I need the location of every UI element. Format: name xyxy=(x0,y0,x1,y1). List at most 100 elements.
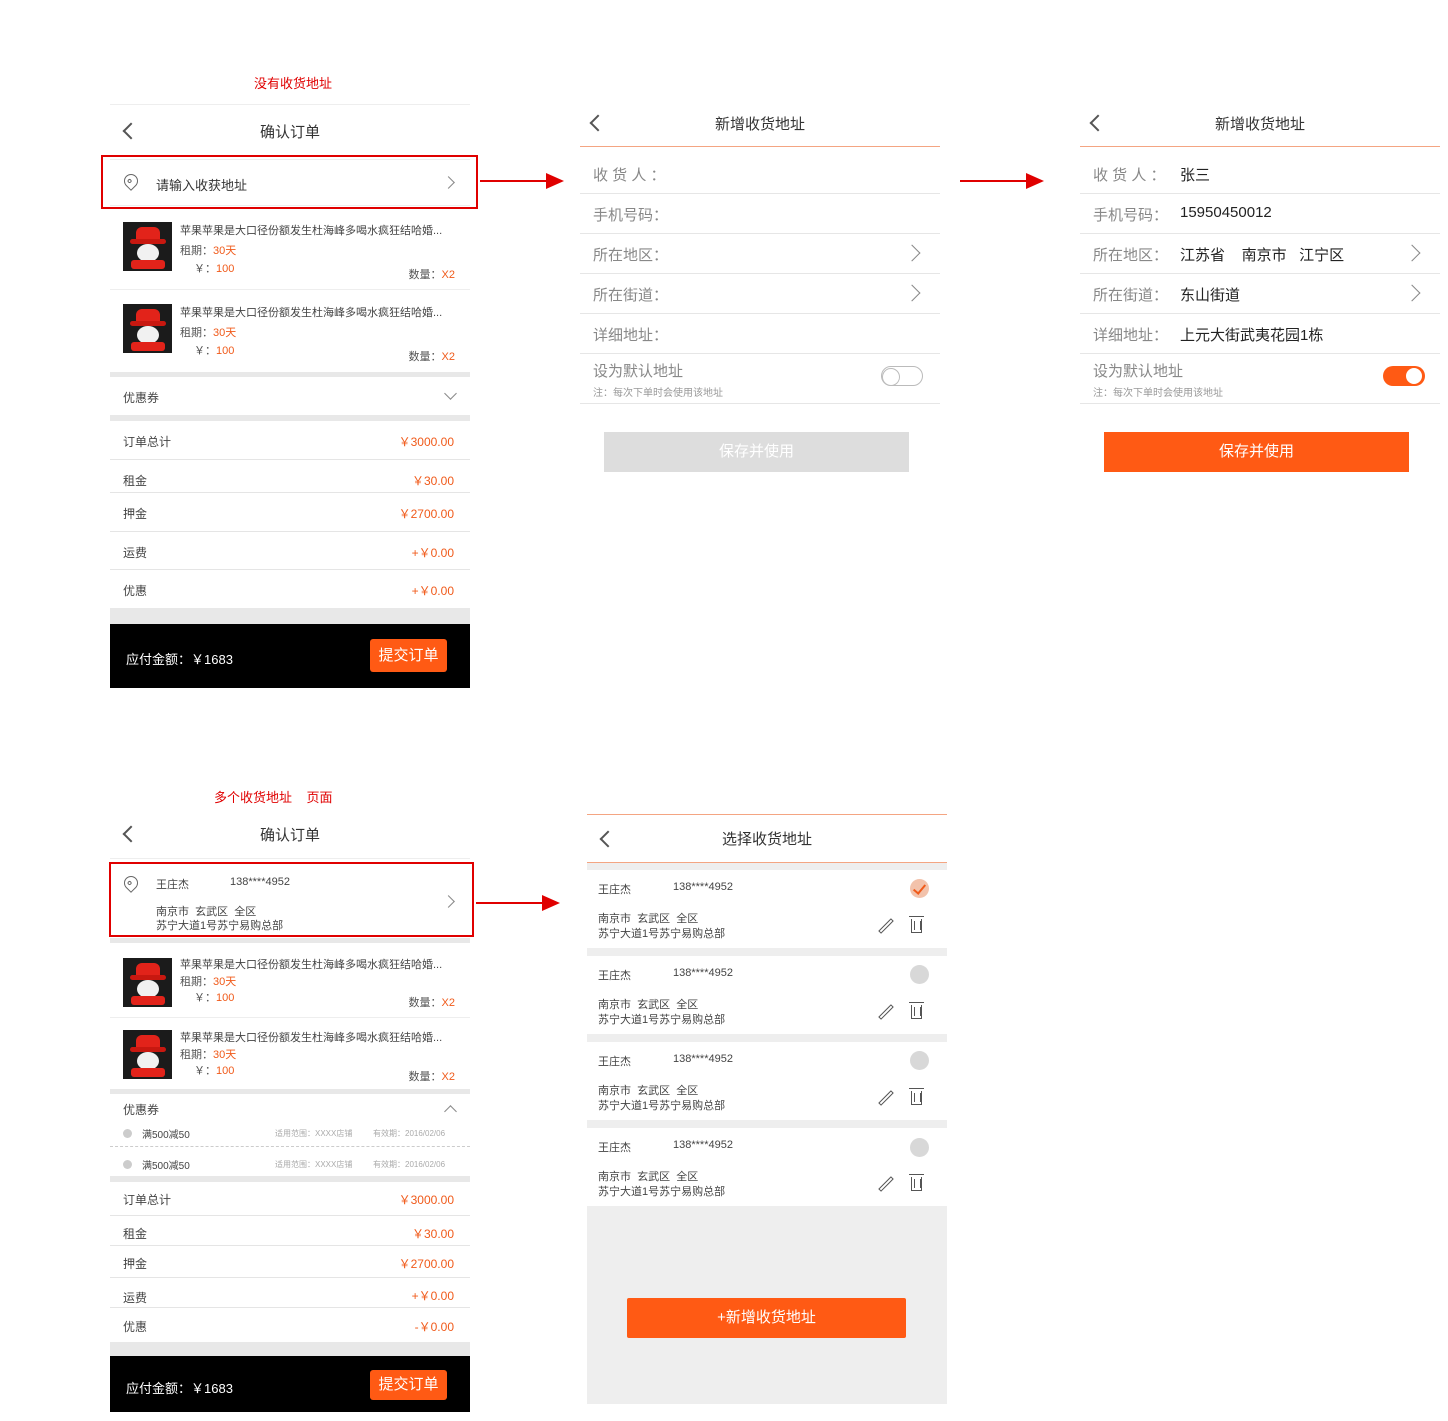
selected-check-icon[interactable] xyxy=(910,879,929,898)
submit-order-button[interactable]: 提交订单 xyxy=(370,1370,447,1400)
back-icon[interactable] xyxy=(122,825,140,843)
detail-address-field[interactable]: 详细地址： 上元大街武夷花园1栋 xyxy=(1080,313,1440,354)
edit-icon[interactable] xyxy=(878,1176,894,1192)
summary-row-deposit: 押金 ￥2700.00 xyxy=(110,1246,470,1278)
address-card[interactable]: 王庄杰 138****4952 南京市 玄武区 全区 苏宁大道1号苏宁易购总部 xyxy=(587,870,947,948)
checkout-bar: 应付金额：￥1683 提交订单 xyxy=(110,624,470,688)
default-note: 注：每次下单时会使用该地址 xyxy=(593,388,723,399)
chevron-right-icon xyxy=(903,284,921,302)
chevron-right-icon xyxy=(1403,244,1421,262)
chevron-down-icon xyxy=(444,387,457,400)
product-title: 苹果苹果是大口径份额发生杜海峰多喝水疯狂结哈婚... xyxy=(180,1032,443,1044)
trash-icon[interactable] xyxy=(909,1174,924,1191)
chevron-right-icon xyxy=(1403,284,1421,302)
page-title: 确认订单 xyxy=(259,123,320,141)
coupon-item[interactable]: 满500减50 适用范围：XXXX店铺 有效期：2016/02/06 xyxy=(110,1153,470,1177)
product-thumbnail xyxy=(123,304,172,353)
summary-row-shipping: 运费 +￥0.00 xyxy=(110,1278,470,1308)
product-item[interactable]: 苹果苹果是大口径份额发生杜海峰多喝水疯狂结哈婚... 租期：30天 ￥：100 … xyxy=(110,948,470,1018)
coupon-radio[interactable] xyxy=(123,1129,132,1138)
page-header: 确认订单 xyxy=(110,104,470,158)
back-icon[interactable] xyxy=(599,830,617,847)
chevron-right-icon xyxy=(903,244,921,262)
page-title: 确认订单 xyxy=(259,826,320,844)
flow-arrow xyxy=(960,173,1044,189)
trash-icon[interactable] xyxy=(909,1002,924,1019)
product-thumbnail xyxy=(123,1030,172,1079)
edit-icon[interactable] xyxy=(878,1090,894,1106)
rent-period: 租期：30天 xyxy=(180,976,237,988)
radio-icon[interactable] xyxy=(910,1138,929,1157)
page-header: 新增收货地址 xyxy=(580,100,940,147)
page-title: 选择收货地址 xyxy=(721,831,812,848)
submit-order-button[interactable]: 提交订单 xyxy=(370,639,447,672)
street-field[interactable]: 所在街道： 东山街道 xyxy=(1080,273,1440,314)
page-header: 选择收货地址 xyxy=(587,814,947,863)
phone-field[interactable]: 手机号码： 15950450012 xyxy=(1080,193,1440,234)
save-button[interactable]: 保存并使用 xyxy=(604,432,909,472)
rent-period: 租期：30天 xyxy=(180,327,237,339)
product-quantity: 数量：X2 xyxy=(408,997,455,1009)
trash-icon[interactable] xyxy=(909,1088,924,1105)
back-icon[interactable] xyxy=(589,114,607,132)
coupon-row[interactable]: 优惠券 xyxy=(110,377,470,416)
detail-address-field[interactable]: 详细地址： xyxy=(580,313,940,354)
edit-icon[interactable] xyxy=(878,918,894,934)
street-field[interactable]: 所在街道： xyxy=(580,273,940,314)
product-item[interactable]: 苹果苹果是大口径份额发生杜海峰多喝水疯狂结哈婚... 租期：30天 ￥：100 … xyxy=(110,212,470,292)
save-button[interactable]: 保存并使用 xyxy=(1104,432,1409,472)
product-title: 苹果苹果是大口径份额发生杜海峰多喝水疯狂结哈婚... xyxy=(180,225,443,237)
summary-row-rent: 租金 ￥30.00 xyxy=(110,1216,470,1246)
radio-icon[interactable] xyxy=(910,965,929,984)
default-toggle[interactable] xyxy=(1383,366,1425,386)
add-address-button[interactable]: +新增收货地址 xyxy=(627,1298,906,1338)
receiver-field[interactable]: 收 货 人 ：张三 xyxy=(1080,153,1440,194)
coupon-item[interactable]: 满500减50 适用范围：XXXX店铺 有效期：2016/02/06 xyxy=(110,1122,470,1147)
back-icon[interactable] xyxy=(1089,114,1107,132)
payable-amount: 应付金额：￥1683 xyxy=(126,652,233,667)
product-thumbnail xyxy=(123,222,172,271)
product-quantity: 数量：X2 xyxy=(408,1071,455,1083)
summary-row-total: 订单总计 ￥3000.00 xyxy=(110,1182,470,1216)
address-card[interactable]: 王庄杰 138****4952 南京市 玄武区 全区 苏宁大道1号苏宁易购总部 xyxy=(587,1128,947,1206)
radio-icon[interactable] xyxy=(910,1051,929,1070)
select-address-screen: 选择收货地址 王庄杰 138****4952 南京市 玄武区 全区 苏宁大道1号… xyxy=(587,814,947,1404)
region-field[interactable]: 所在地区： xyxy=(580,233,940,274)
region-field[interactable]: 所在地区： 江苏省 南京市 江宁区 xyxy=(1080,233,1440,274)
coupon-label: 优惠券 xyxy=(123,391,160,405)
address-card[interactable]: 王庄杰 138****4952 南京市 玄武区 全区 苏宁大道1号苏宁易购总部 xyxy=(587,1042,947,1120)
summary-row-total: 订单总计 ￥3000.00 xyxy=(110,421,470,460)
checkout-bar: 应付金额：￥1683 提交订单 xyxy=(110,1356,470,1412)
chevron-up-icon xyxy=(444,1105,457,1118)
default-toggle[interactable] xyxy=(881,366,923,386)
back-icon[interactable] xyxy=(122,122,140,140)
product-item[interactable]: 苹果苹果是大口径份额发生杜海峰多喝水疯狂结哈婚... 租期：30天 ￥：100 … xyxy=(110,294,470,374)
default-address-row: 设为默认地址 注：每次下单时会使用该地址 xyxy=(1080,353,1440,404)
product-title: 苹果苹果是大口径份额发生杜海峰多喝水疯狂结哈婚... xyxy=(180,307,443,319)
coupon-radio[interactable] xyxy=(123,1160,132,1169)
edit-icon[interactable] xyxy=(878,1004,894,1020)
product-title: 苹果苹果是大口径份额发生杜海峰多喝水疯狂结哈婚... xyxy=(180,959,443,971)
product-price: ￥：100 xyxy=(194,345,235,357)
summary-row-shipping: 运费 +￥0.00 xyxy=(110,532,470,570)
trash-icon[interactable] xyxy=(909,916,924,933)
product-price: ￥：100 xyxy=(194,263,235,275)
product-price: ￥：100 xyxy=(194,992,235,1004)
summary-row-deposit: 押金 ￥2700.00 xyxy=(110,493,470,532)
flow-arrow xyxy=(476,895,560,911)
new-address-screen-filled: 新增收货地址 收 货 人 ：张三 手机号码： 15950450012 所在地区：江… xyxy=(1080,100,1440,480)
page-title: 新增收货地址 xyxy=(1214,115,1305,133)
product-item[interactable]: 苹果苹果是大口径份额发生杜海峰多喝水疯狂结哈婚... 租期：30天 ￥：100 … xyxy=(110,1022,470,1092)
address-card[interactable]: 王庄杰 138****4952 南京市 玄武区 全区 苏宁大道1号苏宁易购总部 xyxy=(587,956,947,1034)
coupon-header[interactable]: 优惠券 xyxy=(110,1094,470,1122)
summary-row-discount: 优惠 +￥0.00 xyxy=(123,584,454,598)
receiver-field[interactable]: 收 货 人 ： xyxy=(580,153,940,194)
caption-no-address: 没有收货地址 xyxy=(254,76,333,91)
page-header: 确认订单 xyxy=(110,810,470,859)
product-price: ￥：100 xyxy=(194,1065,235,1077)
coupon-label: 优惠券 xyxy=(123,1103,160,1117)
highlight-box xyxy=(109,862,474,937)
flow-arrow xyxy=(480,173,564,189)
phone-field[interactable]: 手机号码： xyxy=(580,193,940,234)
caption-multi-address: 多个收货地址 页面 xyxy=(214,790,333,805)
